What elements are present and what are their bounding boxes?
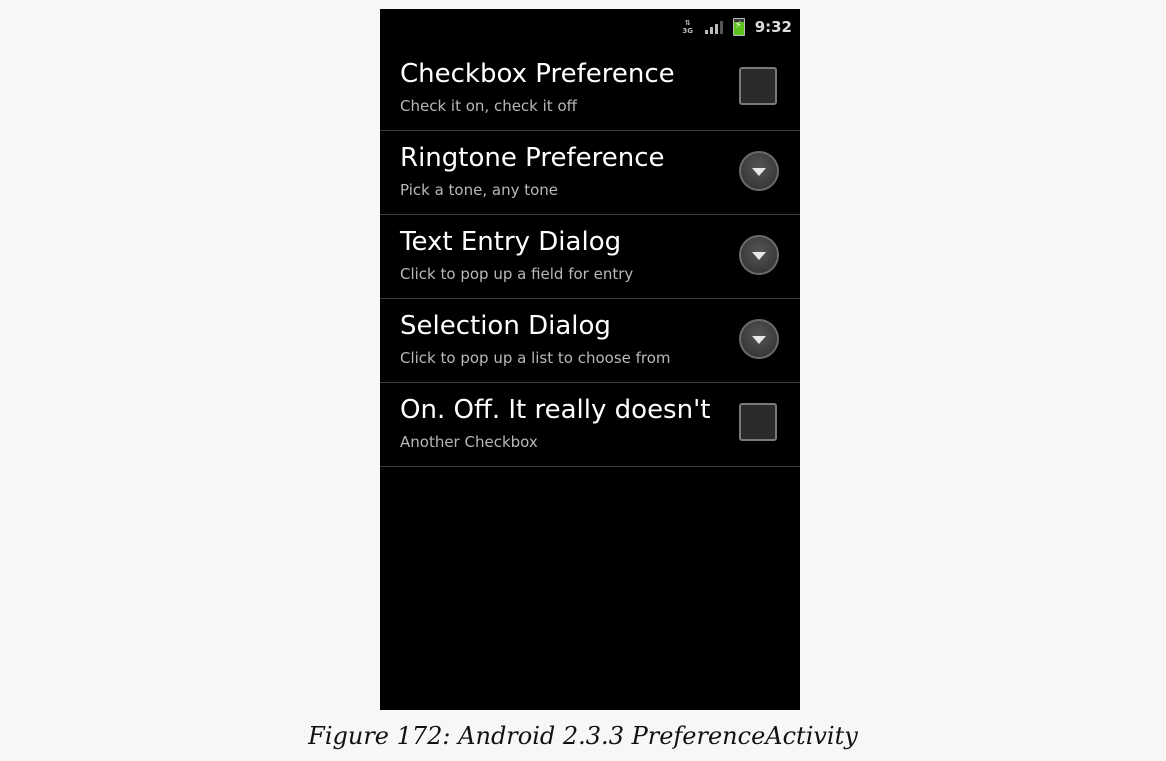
phone-screen: ⇅ 3G ⚡ 9:32 Checkbox Preference Check it… bbox=[380, 9, 800, 710]
dropdown-arrow-icon[interactable] bbox=[739, 235, 779, 275]
status-time: 9:32 bbox=[754, 18, 792, 36]
pref-summary: Pick a tone, any tone bbox=[400, 181, 559, 199]
pref-summary: Another Checkbox bbox=[400, 433, 538, 451]
pref-ringtone-preference[interactable]: Ringtone Preference Pick a tone, any ton… bbox=[380, 131, 800, 215]
status-bar: ⇅ 3G ⚡ 9:32 bbox=[380, 9, 800, 47]
pref-checkbox-preference[interactable]: Checkbox Preference Check it on, check i… bbox=[380, 47, 800, 131]
pref-summary: Check it on, check it off bbox=[400, 97, 577, 115]
dropdown-arrow-icon[interactable] bbox=[739, 319, 779, 359]
pref-summary: Click to pop up a list to choose from bbox=[400, 349, 671, 367]
pref-title: On. Off. It really doesn't bbox=[400, 395, 711, 425]
pref-selection-dialog[interactable]: Selection Dialog Click to pop up a list … bbox=[380, 299, 800, 383]
battery-charging-icon: ⚡ bbox=[732, 18, 745, 36]
signal-icon bbox=[704, 20, 723, 34]
status-icons: ⇅ 3G ⚡ 9:32 bbox=[681, 18, 792, 36]
data-3g-icon: ⇅ 3G bbox=[682, 18, 693, 35]
pref-title: Checkbox Preference bbox=[400, 59, 675, 89]
preference-list: Checkbox Preference Check it on, check i… bbox=[380, 47, 800, 467]
figure-caption: Figure 172: Android 2.3.3 PreferenceActi… bbox=[308, 722, 858, 750]
pref-summary: Click to pop up a field for entry bbox=[400, 265, 634, 283]
checkbox[interactable] bbox=[739, 403, 777, 441]
pref-another-checkbox[interactable]: On. Off. It really doesn't Another Check… bbox=[380, 383, 800, 467]
pref-title: Ringtone Preference bbox=[400, 143, 665, 173]
pref-text-entry-dialog[interactable]: Text Entry Dialog Click to pop up a fiel… bbox=[380, 215, 800, 299]
pref-title: Text Entry Dialog bbox=[400, 227, 622, 257]
checkbox[interactable] bbox=[739, 67, 777, 105]
pref-title: Selection Dialog bbox=[400, 311, 611, 341]
dropdown-arrow-icon[interactable] bbox=[739, 151, 779, 191]
